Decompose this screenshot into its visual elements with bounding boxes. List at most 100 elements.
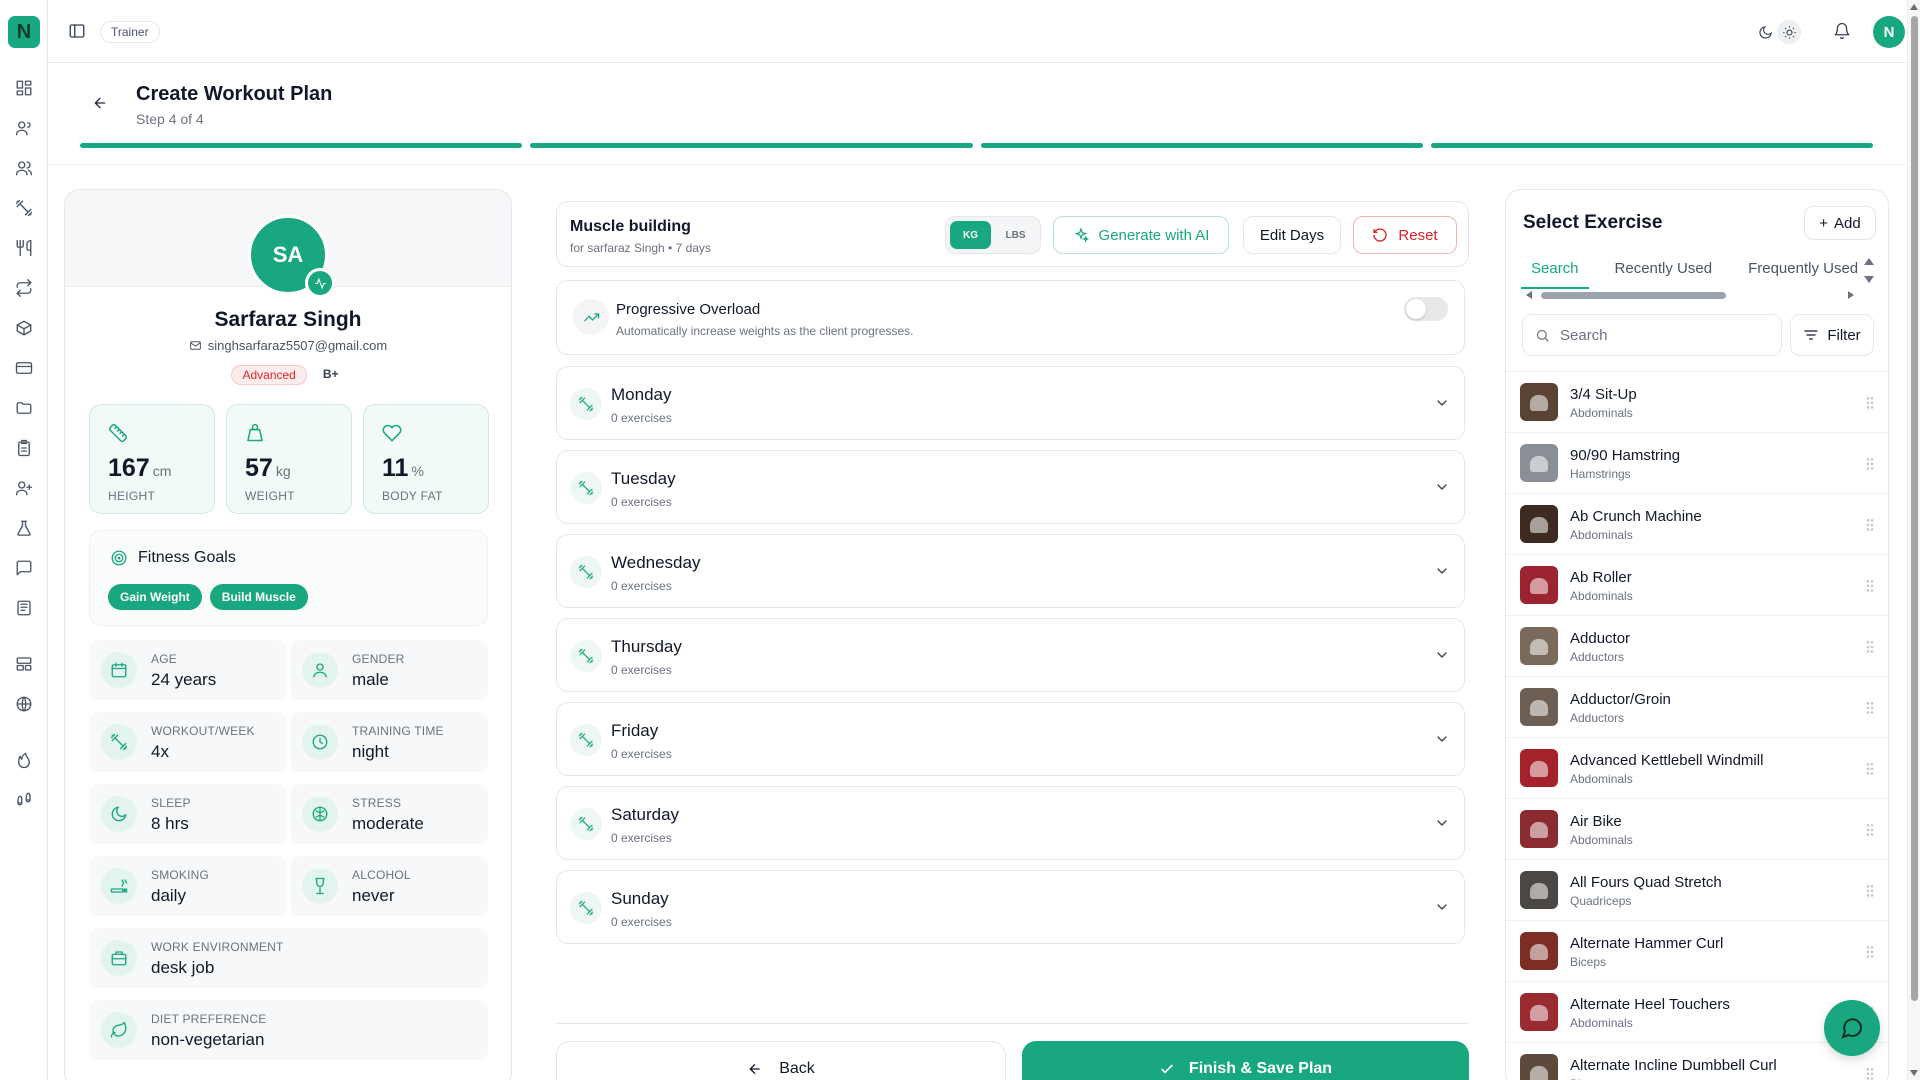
edit-days-button[interactable]: Edit Days bbox=[1243, 216, 1341, 254]
panel-toggle-icon[interactable] bbox=[68, 22, 86, 40]
user-plus-icon[interactable] bbox=[14, 478, 34, 498]
exercise-list-item[interactable]: Advanced Kettlebell Windmill Abdominals bbox=[1506, 738, 1888, 799]
globe-icon[interactable] bbox=[14, 694, 34, 714]
arrow-up-icon[interactable] bbox=[1864, 258, 1874, 265]
clipboard-icon[interactable] bbox=[14, 438, 34, 458]
scrollbar-thumb[interactable] bbox=[1541, 292, 1726, 299]
dumbbell-icon bbox=[570, 556, 602, 588]
tab-scrollbar[interactable] bbox=[1526, 291, 1854, 299]
exercise-muscle: Hamstrings bbox=[1570, 467, 1631, 481]
exercise-list-item[interactable]: Ab Crunch Machine Abdominals bbox=[1506, 494, 1888, 555]
scrollbar-thumb[interactable] bbox=[1911, 16, 1918, 1001]
finish-save-plan-button[interactable]: Finish & Save Plan bbox=[1022, 1041, 1469, 1080]
repeat-icon[interactable] bbox=[14, 278, 34, 298]
scroll-up-icon[interactable] bbox=[1910, 4, 1918, 10]
day-card-wednesday[interactable]: Wednesday 0 exercises bbox=[556, 534, 1465, 608]
newspaper-icon[interactable] bbox=[14, 598, 34, 618]
day-card-saturday[interactable]: Saturday 0 exercises bbox=[556, 786, 1465, 860]
tab-search[interactable]: Search bbox=[1521, 260, 1589, 289]
progressive-overload-card: Progressive Overload Automatically incre… bbox=[556, 280, 1465, 355]
tab-recently-used[interactable]: Recently Used bbox=[1605, 260, 1723, 289]
moon-icon[interactable] bbox=[1753, 20, 1777, 44]
layout-icon[interactable] bbox=[14, 654, 34, 674]
unit-toggle[interactable]: KG LBS bbox=[945, 216, 1041, 254]
chevron-down-icon[interactable] bbox=[1434, 815, 1450, 831]
stat-number: 57 bbox=[245, 454, 273, 482]
drag-handle-icon[interactable] bbox=[1866, 1067, 1874, 1080]
check-icon bbox=[1160, 1064, 1173, 1074]
utensils-icon[interactable] bbox=[14, 238, 34, 258]
user-avatar[interactable]: N bbox=[1873, 16, 1905, 48]
exercise-list-item[interactable]: Alternate Incline Dumbbell CurlBiceps bbox=[1506, 1043, 1888, 1080]
dashboard-icon[interactable] bbox=[14, 78, 34, 98]
page-title: Create Workout Plan bbox=[136, 83, 333, 105]
user-group-icon[interactable] bbox=[14, 118, 34, 138]
unit-kg-option[interactable]: KG bbox=[950, 221, 991, 249]
exercise-muscle: Abdominals bbox=[1570, 528, 1633, 542]
chat-button[interactable] bbox=[1824, 1000, 1880, 1056]
drag-handle-icon[interactable] bbox=[1866, 518, 1874, 532]
drag-handle-icon[interactable] bbox=[1866, 579, 1874, 593]
message-icon[interactable] bbox=[14, 558, 34, 578]
chevron-down-icon[interactable] bbox=[1434, 563, 1450, 579]
back-button[interactable]: Back bbox=[556, 1041, 1006, 1080]
filter-button[interactable]: Filter bbox=[1790, 314, 1874, 356]
drag-handle-icon[interactable] bbox=[1866, 640, 1874, 654]
day-card-sunday[interactable]: Sunday 0 exercises bbox=[556, 870, 1465, 944]
app-logo[interactable]: N bbox=[8, 16, 40, 48]
unit-lbs-option[interactable]: LBS bbox=[995, 221, 1036, 249]
drag-handle-icon[interactable] bbox=[1866, 762, 1874, 776]
info-value: never bbox=[352, 886, 395, 905]
tab-scroll-arrows[interactable] bbox=[1864, 256, 1874, 286]
folder-icon[interactable] bbox=[14, 398, 34, 418]
day-card-monday[interactable]: Monday 0 exercises bbox=[556, 366, 1465, 440]
chevron-down-icon[interactable] bbox=[1434, 647, 1450, 663]
package-icon[interactable] bbox=[14, 318, 34, 338]
footprints-icon[interactable] bbox=[14, 790, 34, 810]
day-card-tuesday[interactable]: Tuesday 0 exercises bbox=[556, 450, 1465, 524]
exercise-list-item[interactable]: 90/90 Hamstring Hamstrings bbox=[1506, 433, 1888, 494]
drag-handle-icon[interactable] bbox=[1866, 884, 1874, 898]
flask-icon[interactable] bbox=[14, 518, 34, 538]
drag-handle-icon[interactable] bbox=[1866, 823, 1874, 837]
info-age: AGE 24 years bbox=[89, 640, 287, 700]
sun-icon[interactable] bbox=[1777, 20, 1801, 44]
generate-with-ai-button[interactable]: Generate with AI bbox=[1053, 216, 1229, 254]
theme-toggle[interactable] bbox=[1749, 18, 1805, 46]
scroll-left-icon[interactable] bbox=[1526, 291, 1532, 299]
day-card-thursday[interactable]: Thursday 0 exercises bbox=[556, 618, 1465, 692]
users-icon[interactable] bbox=[14, 158, 34, 178]
drag-handle-icon[interactable] bbox=[1866, 457, 1874, 471]
exercise-list-item[interactable]: Air Bike Abdominals bbox=[1506, 799, 1888, 860]
day-card-friday[interactable]: Friday 0 exercises bbox=[556, 702, 1465, 776]
back-arrow-icon[interactable] bbox=[92, 95, 108, 111]
progressive-overload-toggle[interactable] bbox=[1404, 297, 1448, 321]
exercise-list-item[interactable]: All Fours Quad Stretch Quadriceps bbox=[1506, 860, 1888, 921]
drag-handle-icon[interactable] bbox=[1866, 945, 1874, 959]
reset-button[interactable]: Reset bbox=[1353, 216, 1457, 254]
exercise-list-item[interactable]: Alternate Hammer Curl Biceps bbox=[1506, 921, 1888, 982]
window-scrollbar[interactable] bbox=[1907, 0, 1920, 1080]
dumbbell-icon[interactable] bbox=[14, 198, 34, 218]
exercise-name: 90/90 Hamstring bbox=[1570, 447, 1681, 464]
chevron-down-icon[interactable] bbox=[1434, 395, 1450, 411]
bell-icon[interactable] bbox=[1833, 22, 1851, 45]
chevron-down-icon[interactable] bbox=[1434, 899, 1450, 915]
exercise-list-item[interactable]: 3/4 Sit-Up Abdominals bbox=[1506, 372, 1888, 433]
tab-frequently-used[interactable]: Frequently Used bbox=[1738, 260, 1868, 289]
add-exercise-button[interactable]: + Add bbox=[1804, 206, 1876, 240]
chevron-down-icon[interactable] bbox=[1434, 731, 1450, 747]
exercise-list-item[interactable]: Adductor Adductors bbox=[1506, 616, 1888, 677]
exercise-list-item[interactable]: Adductor/Groin Adductors bbox=[1506, 677, 1888, 738]
exercise-search-input[interactable]: Search bbox=[1522, 314, 1782, 356]
chevron-down-icon[interactable] bbox=[1434, 479, 1450, 495]
exercise-list-item[interactable]: Ab Roller Abdominals bbox=[1506, 555, 1888, 616]
drag-handle-icon[interactable] bbox=[1866, 396, 1874, 410]
credit-card-icon[interactable] bbox=[14, 358, 34, 378]
flame-icon[interactable] bbox=[14, 750, 34, 770]
scroll-right-icon[interactable] bbox=[1848, 291, 1854, 299]
arrow-down-icon[interactable] bbox=[1864, 276, 1874, 283]
scroll-down-icon[interactable] bbox=[1910, 1070, 1918, 1076]
drag-handle-icon[interactable] bbox=[1866, 701, 1874, 715]
calendar-icon bbox=[101, 652, 137, 688]
